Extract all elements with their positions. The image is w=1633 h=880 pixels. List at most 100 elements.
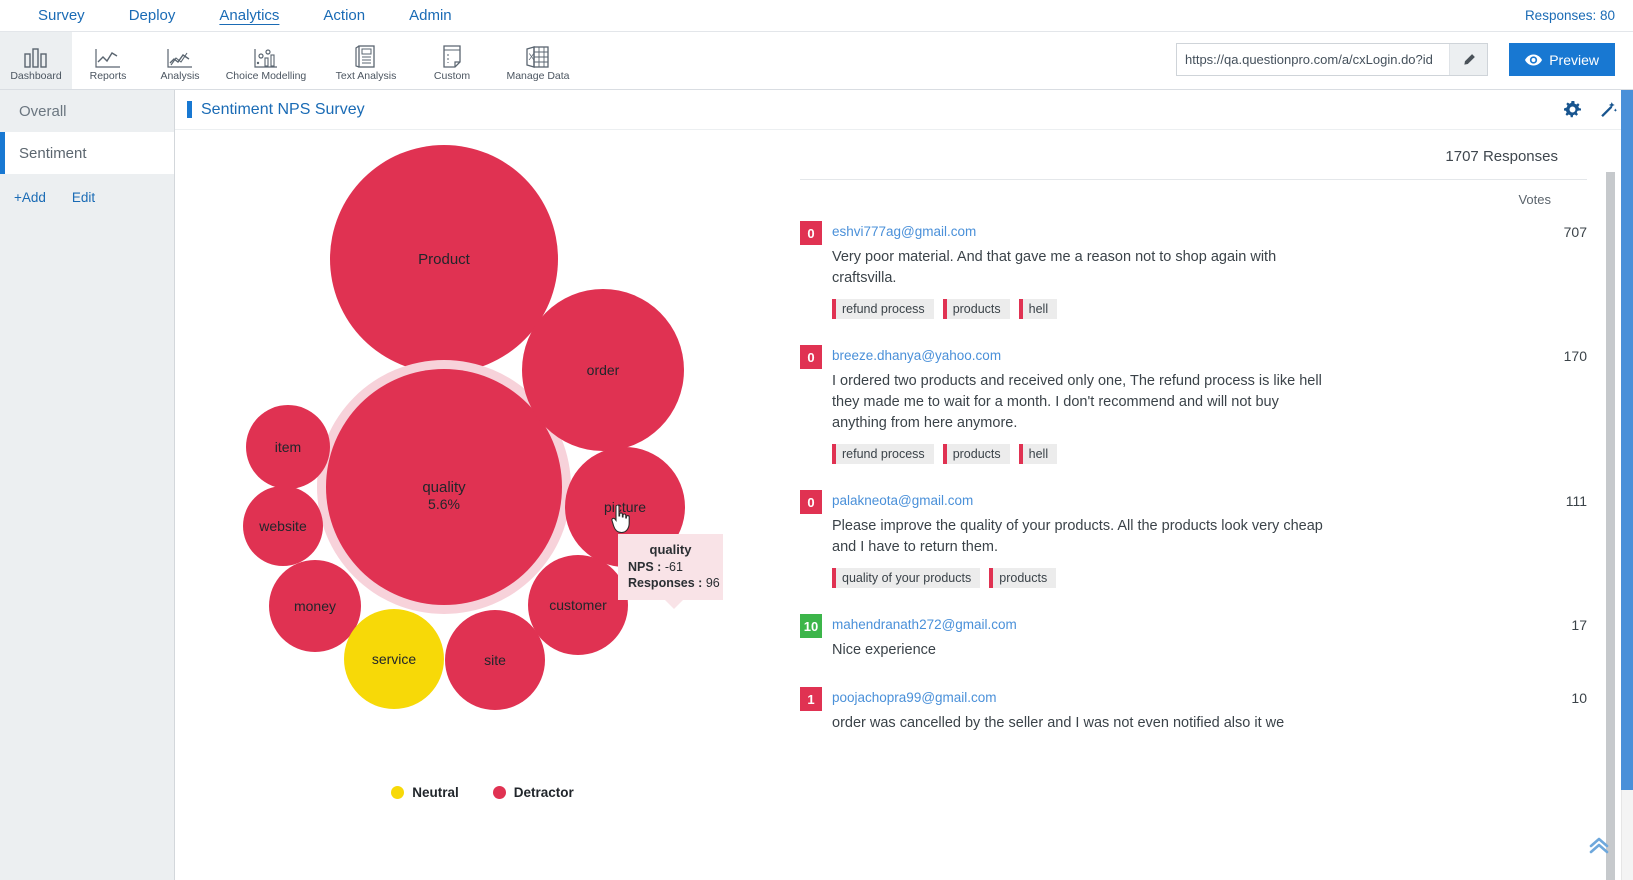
nps-score-badge: 0 (800, 490, 822, 515)
pencil-icon (1463, 53, 1475, 65)
survey-url-input[interactable] (1177, 52, 1449, 67)
top-navigation-bar: Survey Deploy Analytics Action Admin Respons… (0, 0, 1633, 32)
chart-legend: Neutral Detractor (175, 785, 790, 800)
bubble-label-website: website (258, 518, 307, 534)
bubble-label-money: money (294, 598, 336, 614)
header-icon-group (1564, 101, 1617, 119)
sidebar-add-button[interactable]: +Add (14, 190, 46, 205)
toolbar-tool-label: Choice Modelling (225, 69, 307, 82)
bubble-label-item: item (275, 439, 301, 455)
response-text: Nice experience (832, 642, 936, 659)
toolbar-tool-analysis[interactable]: Analysis (144, 32, 216, 89)
response-tag[interactable]: refund process (832, 299, 934, 320)
legend-swatch-icon (391, 786, 405, 799)
response-tag[interactable]: products (989, 568, 1057, 589)
toolbar-tool-choice-modelling[interactable]: Choice Modelling (216, 32, 316, 89)
toolbar-tool-custom[interactable]: Custom (416, 32, 488, 89)
response-row: 0 eshvi777ag@gmail.com Very poor material.… (800, 213, 1587, 320)
top-nav-survey[interactable]: Survey (16, 3, 107, 28)
responses-counter: Responses: 80 (1524, 8, 1615, 23)
page-body: Overall Sentiment +Add Edit Sentiment NPS… (0, 90, 1633, 880)
bubble-label-product: Product (418, 251, 471, 268)
response-body: 0 palakneota@gmail.com Please improve the … (800, 490, 1517, 589)
line-chart-icon (94, 43, 122, 69)
legend-item-detractor[interactable]: Detractor (492, 785, 574, 800)
legend-label: Neutral (412, 785, 459, 800)
response-row: 10 mahendranath272@gmail.com Nice experien… (800, 606, 1587, 661)
main-content: Product quality 5.6% order picture customer it… (175, 130, 1633, 880)
response-body: 1 poojachopra99@gmail.com order was cancel… (800, 687, 1517, 734)
response-votes: 707 (1563, 224, 1587, 240)
url-edit-button[interactable] (1449, 44, 1487, 75)
response-spacer (800, 319, 1633, 337)
response-tag[interactable]: products (942, 444, 1010, 465)
legend-item-neutral[interactable]: Neutral (391, 785, 459, 800)
responses-scrollbar-thumb[interactable] (1606, 172, 1615, 880)
document-icon (355, 43, 377, 69)
page-title: Sentiment NPS Survey (187, 100, 365, 119)
response-spacer (800, 661, 1633, 679)
dashboard-sidebar: Overall Sentiment +Add Edit (0, 90, 175, 880)
scatter-chart-icon (252, 43, 280, 69)
sentiment-bubble-chart[interactable]: Product quality5.6% order picture customer it… (175, 130, 790, 770)
respondent-email-link[interactable]: poojachopra99@gmail.com (832, 687, 997, 705)
response-tag[interactable]: refund process (832, 444, 934, 465)
nps-score-badge: 1 (800, 687, 822, 712)
toolbar-tool-dashboard[interactable]: Dashboard (0, 32, 72, 89)
toolbar-tool-manage-data[interactable]: X Manage Data (488, 32, 588, 89)
respondent-email-link[interactable]: mahendranath272@gmail.com (832, 614, 1017, 632)
bubble-chart-pane: Product quality 5.6% order picture customer it… (175, 130, 790, 880)
response-votes: 17 (1571, 617, 1587, 634)
top-nav-items: Survey Deploy Analytics Action Admin (16, 3, 474, 28)
page-scrollbar-track[interactable] (1621, 90, 1633, 880)
response-tag[interactable]: hell (1018, 299, 1058, 320)
bubble-label-customer: customer (549, 597, 607, 613)
excel-sheet-icon: X (526, 43, 550, 69)
survey-url-box[interactable] (1176, 43, 1488, 76)
responses-pane: 1707 Responses Votes 0 eshvi777ag@gmail.c… (790, 130, 1633, 880)
response-tag[interactable]: hell (1018, 444, 1058, 465)
response-text: Please improve the quality of your produ… (832, 518, 1323, 556)
responses-list: 0 eshvi777ag@gmail.com Very poor material.… (800, 213, 1633, 752)
response-spacer (800, 734, 1633, 752)
analytics-toolbar: Dashboard Reports Analysis Choice Modelling… (0, 32, 1633, 90)
sidebar-edit-button[interactable]: Edit (72, 190, 95, 205)
main-header: Sentiment NPS Survey (175, 90, 1633, 130)
bubble-label-service: service (372, 651, 417, 667)
respondent-email-link[interactable]: eshvi777ag@gmail.com (832, 221, 976, 239)
response-tag[interactable]: quality of your products (832, 568, 981, 589)
response-text: order was cancelled by the seller and I … (832, 715, 1285, 732)
nps-score-badge: 10 (800, 614, 822, 639)
response-spacer (800, 588, 1633, 606)
magic-wand-icon[interactable] (1599, 101, 1617, 119)
response-tag[interactable]: products (942, 299, 1010, 320)
top-nav-admin[interactable]: Admin (387, 3, 474, 28)
gear-icon[interactable] (1564, 101, 1581, 118)
toolbar-tool-label: Dashboard (10, 69, 62, 82)
custom-page-icon (441, 43, 463, 69)
toolbar-tool-label: Text Analysis (335, 69, 397, 82)
toolbar-tool-label: Analysis (160, 69, 200, 82)
top-nav-analytics[interactable]: Analytics (197, 3, 301, 28)
toolbar-tool-label: Manage Data (506, 69, 570, 82)
sidebar-actions: +Add Edit (0, 174, 174, 205)
toolbar-tool-reports[interactable]: Reports (72, 32, 144, 89)
toolbar-tool-label: Custom (433, 69, 471, 82)
response-text: Very poor material. And that gave me a r… (832, 249, 1277, 287)
response-body: 10 mahendranath272@gmail.com Nice experien… (800, 614, 1517, 661)
response-row: 0 breeze.dhanya@yahoo.com I ordered two pr… (800, 337, 1587, 465)
sidebar-item-overall[interactable]: Overall (0, 90, 174, 132)
scroll-to-top-button[interactable] (1587, 833, 1611, 862)
toolbar-tool-text-analysis[interactable]: Text Analysis (316, 32, 416, 89)
svg-text:X: X (529, 52, 535, 62)
top-nav-action[interactable]: Action (301, 3, 387, 28)
response-tag-list: refund process products hell (832, 444, 1517, 465)
bubble-label-site: site (484, 652, 506, 668)
response-votes: 10 (1571, 690, 1587, 707)
respondent-email-link[interactable]: breeze.dhanya@yahoo.com (832, 345, 1001, 363)
sidebar-item-sentiment[interactable]: Sentiment (0, 132, 174, 174)
page-scrollbar-thumb[interactable] (1621, 90, 1633, 790)
preview-button[interactable]: Preview (1509, 43, 1615, 76)
respondent-email-link[interactable]: palakneota@gmail.com (832, 490, 973, 508)
top-nav-deploy[interactable]: Deploy (107, 3, 198, 28)
